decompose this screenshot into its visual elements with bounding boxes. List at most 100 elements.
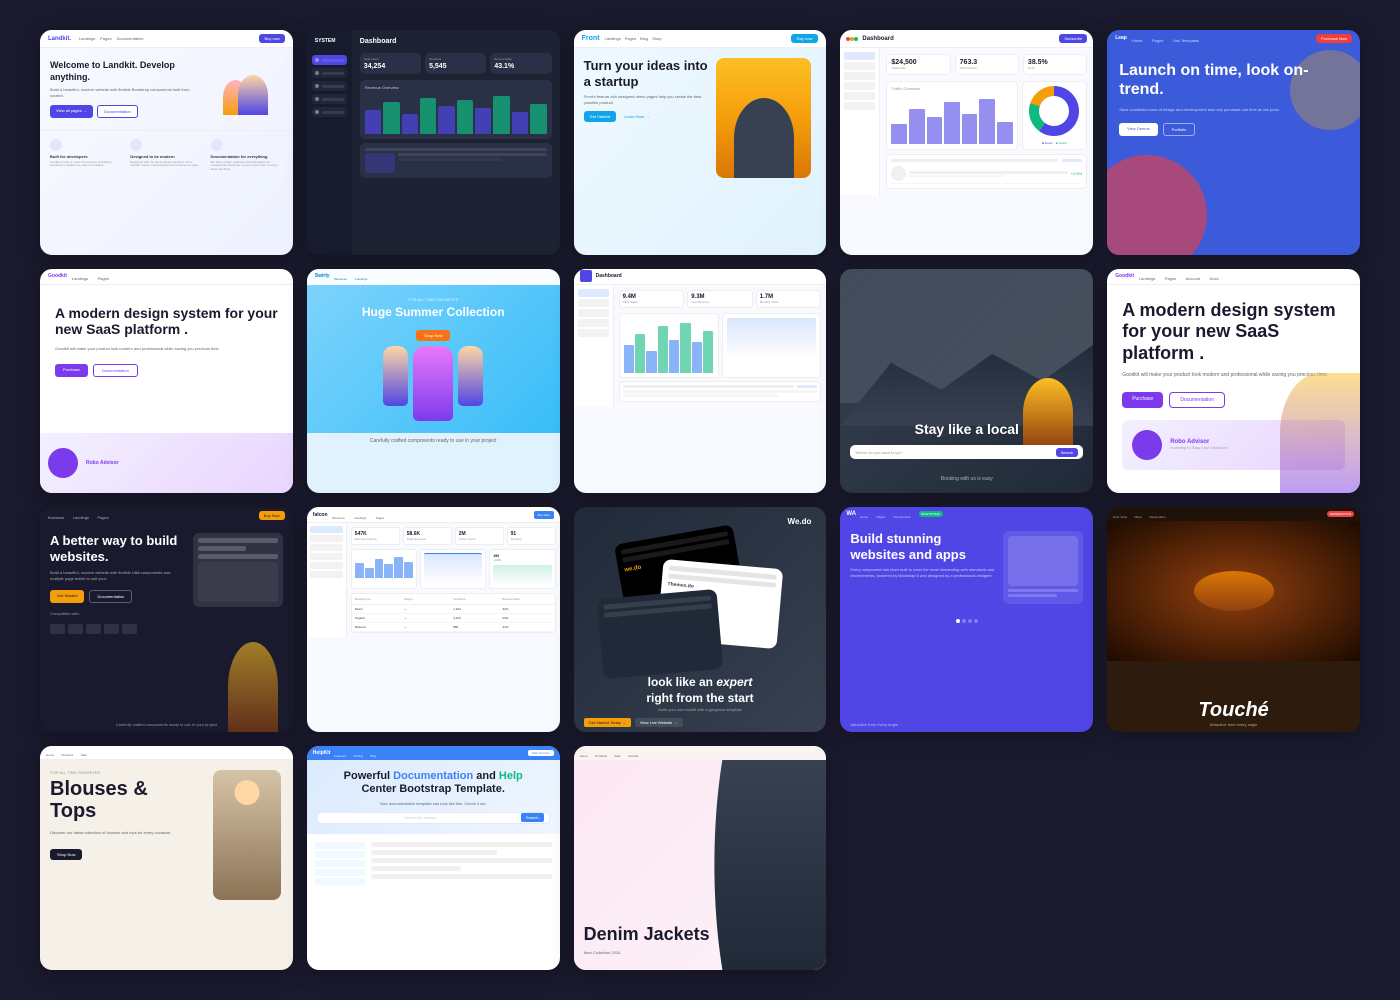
card-goodkit-sm[interactable]: Goodkit Landings Pages A modern design s… [40,269,293,494]
front-buy-btn[interactable]: Buy now [791,34,818,43]
front-secondary-btn[interactable]: Learn More → [620,111,654,122]
landkit-buy-btn[interactable]: Buy now [259,34,284,43]
screenshot-grid: Landkit. Landings Pages Documentation Bu… [30,20,1370,980]
landkit-primary-btn[interactable]: View all pages → [50,105,93,118]
blouses-person-image [213,770,281,900]
analytics-bar-chart [619,313,719,378]
webapp-logo: WA [846,511,856,517]
dashboard-title: Dashboard [360,38,397,45]
summer-tag: FOR ALL TIME FAVORITES [319,297,548,302]
local-person [1023,378,1073,448]
docs-nav-btn[interactable]: Start for Free [528,750,554,756]
leap-secondary-btn[interactable]: Portfolio [1163,123,1196,136]
falcon-btn[interactable]: Buy Now [534,511,554,519]
db-menu-dashboard[interactable] [312,55,347,65]
falcon-line-chart [420,549,486,589]
card-analytics-sm[interactable]: Dashboard 9.4M Daily Sales [574,269,827,494]
falcon-stat-1: 547K Earning Projects [351,527,400,545]
card-summer[interactable]: Swirly Business Landings FOR ALL TIME FA… [307,269,560,494]
arch-buy-btn[interactable]: Buy Now [259,511,285,520]
db-menu-reports[interactable] [312,81,347,91]
card-blouses[interactable]: Home Products Sale FOR ALL TIME FAVORITE… [40,746,293,971]
goodkit-sm-subtitle: Goodkit will make your product look mode… [55,346,278,352]
dash-blue-main: $24,500 Total traffic 763.3 Performance … [880,48,1093,195]
goodkit-lg-logo: Goodkit [1115,273,1134,279]
local-footer: Booking with us is easy [840,476,1093,482]
docs-logo: HelpKit [313,750,331,756]
goodkit-sm-primary-btn[interactable]: Purchase [55,364,88,377]
db-menu-settings[interactable] [312,107,347,117]
card-front[interactable]: Front Landings Pages Blog Shop Buy now T… [574,30,827,255]
goodkit-lg-secondary-btn[interactable]: Documentation [1169,392,1225,408]
front-primary-btn[interactable]: Get Started [584,111,616,122]
falcon-sidebar [307,523,347,637]
analytics-sidebar [574,285,614,407]
docs-search-btn[interactable]: Search [521,813,544,822]
touche-footer: Attractive from every angle [1107,722,1360,727]
expert-secondary-btn[interactable]: View Live Website → [635,718,683,727]
card-docs[interactable]: HelpKit Features Pricing Blog Start for … [307,746,560,971]
falcon-bar-chart [351,549,417,589]
goodkit-sm-robo-icon [48,448,78,478]
dash-blue-nav: Dashboard Subscribe [840,30,1093,48]
goodkit-sm-secondary-btn[interactable]: Documentation [93,364,138,377]
db-blue-bar-chart: Traffic Channels [886,81,1017,150]
card-webapp[interactable]: WA Home Pages Components BOOTSTRAP Build… [840,507,1093,732]
arch-primary-btn[interactable]: Get Started [50,590,84,603]
analytics-stat-3: 1.7M Monthly Visits [756,290,822,308]
webapp-headline: Build stunning websites and apps [850,531,995,562]
card-touche[interactable]: Pour Vous Menu Réservation RESERVATION T… [1107,507,1360,732]
blouses-content: FOR ALL TIME FAVORITES Blouses &Tops Dis… [40,760,293,910]
goodkit-sm-logo: Goodkit [48,273,67,279]
card-landkit[interactable]: Landkit. Landings Pages Documentation Bu… [40,30,293,255]
webapp-indicators [840,619,1093,623]
analytics-table [619,381,822,402]
db-blue-donut-chart: ■ Direct ■ Social [1022,81,1088,150]
webapp-text: Build stunning websites and apps Every c… [850,531,995,604]
card-local[interactable]: Stay like a local Where do you want to g… [840,269,1093,494]
db-menu-users[interactable] [312,94,347,104]
expert-cta-row: Get Started Today → View Live Website → [584,718,683,727]
falcon-table-row-1: Direct — 1,234 32% [352,605,555,614]
arch-secondary-btn[interactable]: Documentation [89,590,132,603]
goodkit-lg-primary-btn[interactable]: Purchase [1122,392,1163,408]
leap-purchase-btn[interactable]: Purchase Now [1316,34,1352,43]
blouses-cta-btn[interactable]: Shop Now [50,849,82,860]
docs-search[interactable]: Search for articles... Search [317,812,550,824]
arch-person-image [228,642,278,732]
touche-food-bowl [1194,571,1274,611]
landkit-feature-3: Documentation for everything We have wri… [211,139,283,173]
db-menu-analytics[interactable] [312,68,347,78]
blouses-subtitle: Discover our latest collection of blouse… [50,830,205,835]
docs-sidebar [315,842,365,887]
analytics-title: Dashboard [596,273,622,279]
arch-headline: A better way to build websites. [50,533,183,564]
card-falcon[interactable]: falcon Business Landings Pages Buy Now [307,507,560,732]
falcon-table: Booking.net Pages Sessions Bounce Rate D… [351,593,556,633]
blouses-tag: FOR ALL TIME FAVORITES [50,770,205,775]
falcon-logo: falcon [313,512,328,518]
db-stat-3: Bounce Rate 43.1% [490,53,551,74]
falcon-stat-2: 58.6K Total Revenue [403,527,452,545]
card-arch[interactable]: Business Landings Pages Buy Now A better… [40,507,293,732]
card-expert[interactable]: we.do Themes.do [574,507,827,732]
landkit-secondary-btn[interactable]: Documentation [97,105,138,118]
landkit-logo: Landkit. [48,36,71,42]
summer-nav: Swirly Business Landings [307,269,560,285]
summer-cta-btn[interactable]: Shop Now [416,330,450,341]
dash-blue-content: $24,500 Total traffic 763.3 Performance … [840,48,1093,195]
leap-primary-btn[interactable]: View Demos [1119,123,1157,136]
db-blue-stat-2: 763.3 Performance [955,54,1019,75]
card-goodkit-lg[interactable]: Goodkit Landings Pages Account Docs A mo… [1107,269,1360,494]
falcon-main: 547K Earning Projects 58.6K Total Revenu… [347,523,560,637]
card-dashboard-dark[interactable]: SYSTEM [307,30,560,255]
card-denim[interactable]: Home Products Sale Contact Denim Jackets… [574,746,827,971]
local-search-btn[interactable]: Search [1056,448,1079,457]
dash-blue-btn[interactable]: Subscribe [1059,34,1087,43]
expert-primary-btn[interactable]: Get Started Today → [584,718,631,727]
touche-headline: Touché [1107,699,1360,722]
local-search[interactable]: Where do you want to go? Search [850,445,1083,459]
card-leap[interactable]: Leap Home Pages Use Templates Purchase N… [1107,30,1360,255]
expert-headline: look like an expertright from the start [574,675,827,706]
card-dashboard-blue[interactable]: Dashboard Subscribe $24,500 Total [840,30,1093,255]
